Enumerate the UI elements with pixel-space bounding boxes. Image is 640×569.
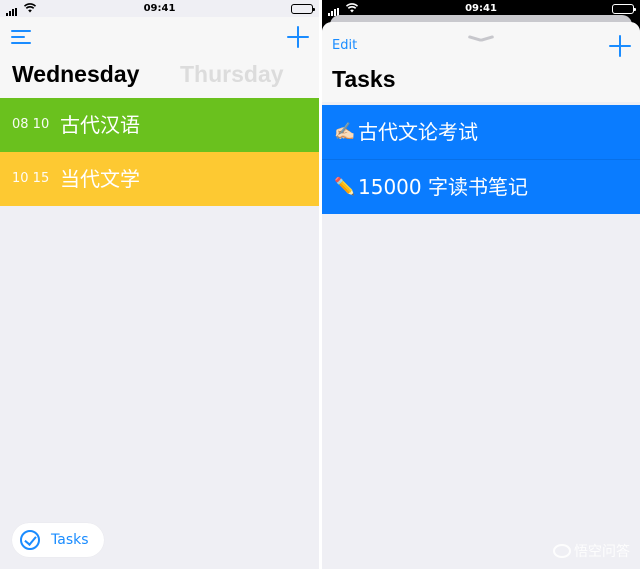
tasks-button[interactable]: Tasks	[12, 523, 104, 557]
battery-icon	[291, 4, 315, 14]
event-time: 08 10	[12, 117, 50, 132]
event-row[interactable]: 10 15 当代文学	[0, 152, 319, 206]
chevron-down-icon[interactable]	[468, 34, 494, 44]
left-screen: 09:41 Wednesday Thursday 08 10 古代汉语 10 1…	[0, 0, 319, 569]
page-title: Tasks	[332, 66, 396, 92]
tasks-header: Edit Tasks	[322, 22, 640, 102]
watermark: 悟空问答	[553, 541, 630, 561]
calendar-header: Wednesday Thursday	[0, 17, 319, 98]
hamburger-icon[interactable]	[11, 29, 31, 45]
add-task-plus-icon[interactable]	[609, 35, 631, 57]
checkmark-circle-icon	[20, 530, 40, 550]
current-day-title: Wednesday	[12, 61, 140, 87]
event-title: 古代汉语	[60, 113, 140, 137]
pencil-icon: ✏️	[334, 177, 356, 197]
watermark-text: 悟空问答	[574, 544, 630, 560]
next-day-title[interactable]: Thursday	[180, 61, 284, 88]
writing-hand-icon: ✍🏻	[334, 122, 356, 142]
right-screen: 09:41 Edit Tasks ✍🏻 古代文论考试 ✏️ 15000 字读书笔…	[322, 0, 640, 569]
watermark-logo-icon	[553, 544, 571, 558]
edit-button[interactable]: Edit	[332, 38, 357, 53]
event-row[interactable]: 08 10 古代汉语	[0, 98, 319, 152]
tasks-button-label: Tasks	[51, 532, 89, 548]
task-row[interactable]: ✍🏻 古代文论考试	[322, 105, 640, 159]
tasks-sheet: Edit Tasks ✍🏻 古代文论考试 ✏️ 15000 字读书笔记	[322, 22, 640, 569]
event-title: 当代文学	[60, 167, 140, 191]
add-event-plus-icon[interactable]	[287, 26, 309, 48]
task-title: 古代文论考试	[358, 120, 478, 144]
status-time: 09:41	[143, 3, 176, 14]
battery-icon	[612, 4, 636, 14]
status-bar: 09:41	[0, 0, 319, 17]
event-time: 10 15	[12, 171, 50, 186]
status-time: 09:41	[465, 3, 497, 14]
task-row[interactable]: ✏️ 15000 字读书笔记	[322, 160, 640, 214]
task-title: 15000 字读书笔记	[358, 175, 528, 199]
